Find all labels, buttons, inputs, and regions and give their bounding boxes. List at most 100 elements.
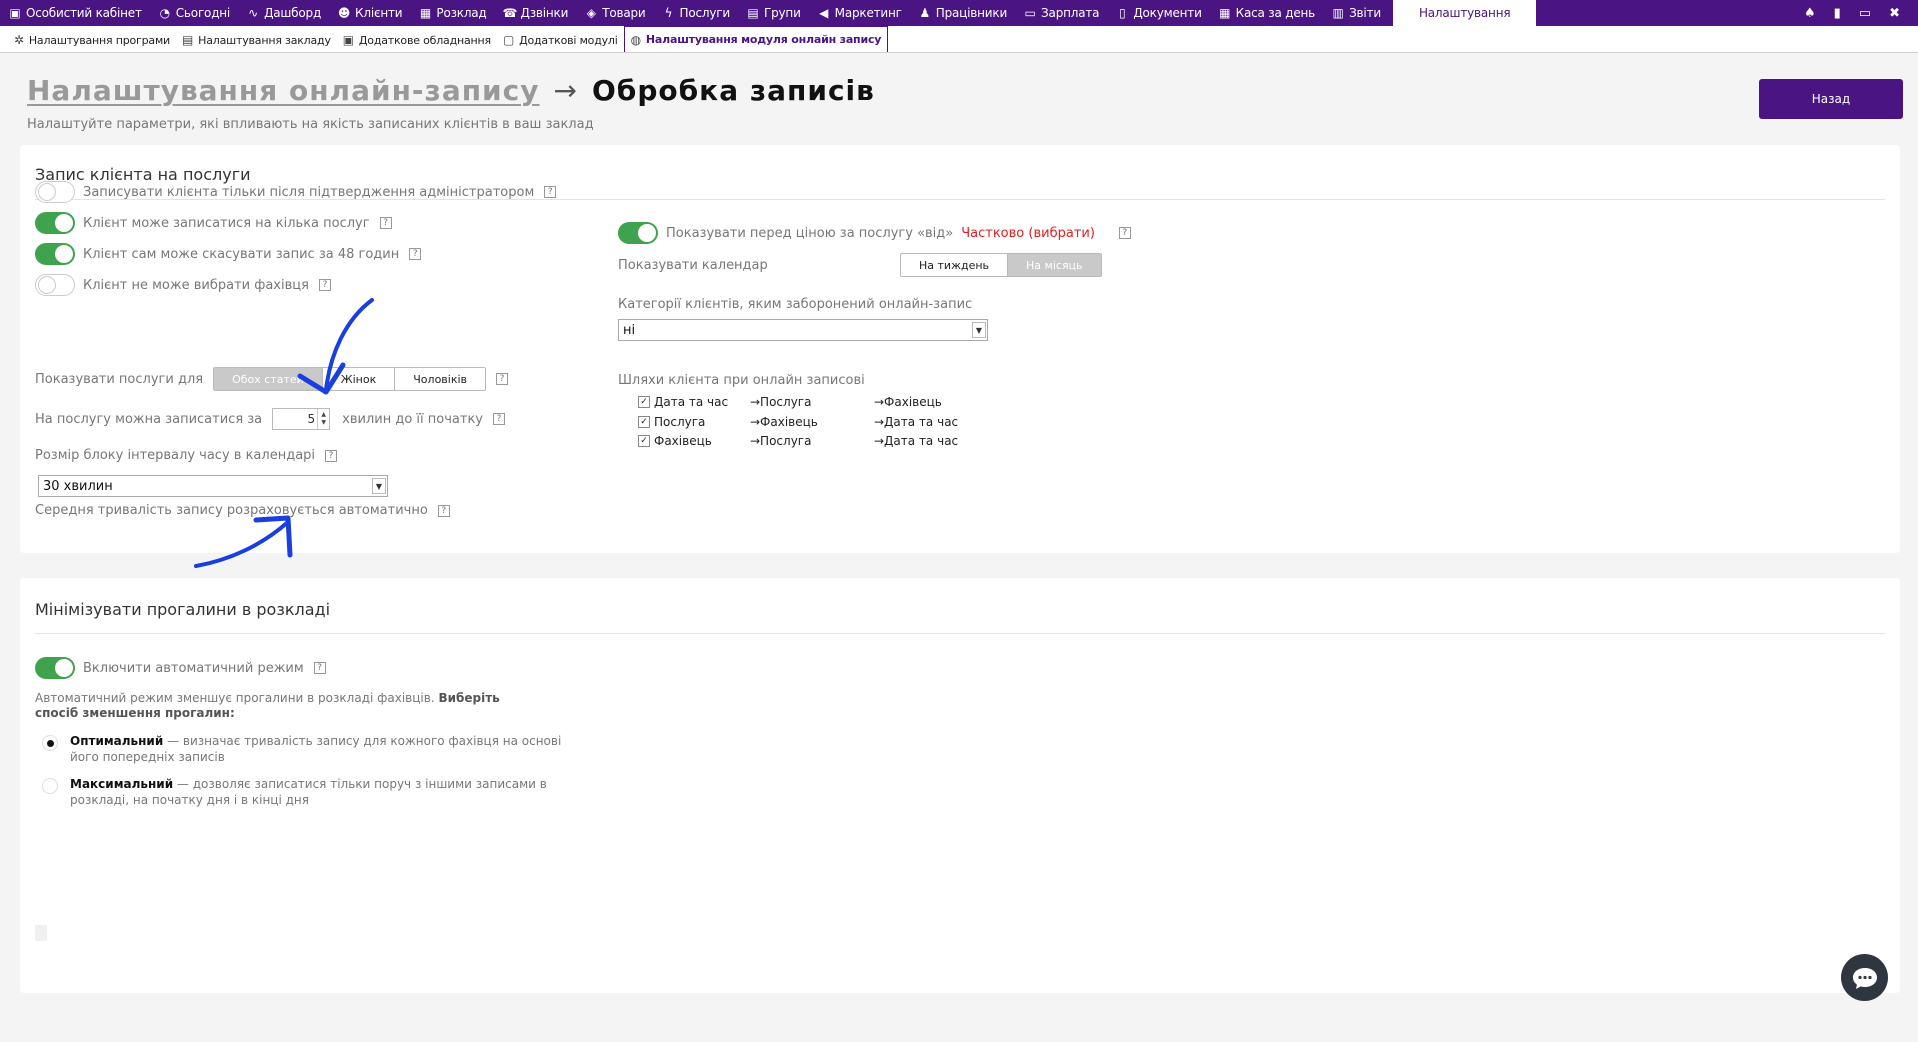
page-title: Налаштування онлайн-запису → Обробка зап…: [27, 74, 875, 107]
breadcrumb-arrow: →: [553, 74, 578, 107]
help-icon[interactable]: ?: [493, 413, 505, 425]
help-icon[interactable]: ?: [437, 504, 450, 517]
user-circle-icon: ☻: [337, 6, 351, 20]
nav-reports[interactable]: ▥ Звіти: [1323, 0, 1389, 26]
client-paths-label: Шляхи клієнта при онлайн записові: [618, 373, 865, 388]
gap-mode-option[interactable]: Оптимальний — визначає тривалість запису…: [42, 733, 562, 765]
nav-staff[interactable]: ♟ Працівники: [910, 0, 1015, 26]
pulse-icon: ∿: [248, 6, 258, 20]
subtab-0[interactable]: ✲ Налаштування програми: [8, 28, 176, 52]
nav-label: Послуги: [679, 6, 731, 20]
help-icon[interactable]: ?: [544, 186, 557, 198]
stepper-arrows-icon[interactable]: ▲ ▼: [317, 409, 329, 429]
segment-option[interactable]: На місяць: [1008, 254, 1101, 276]
gap-mode-title: Максимальний: [70, 777, 174, 791]
subtab-2[interactable]: ▣ Додаткове обладнання: [337, 28, 497, 52]
nav-marketing[interactable]: ◀ Маркетинг: [809, 0, 910, 26]
nav-salary[interactable]: ▭ Зарплата: [1015, 0, 1107, 26]
checkbox-checked[interactable]: ✓: [638, 435, 650, 447]
section-divider: [35, 633, 1885, 634]
avg-duration-text: Середня тривалість запису розраховується…: [35, 503, 428, 518]
nav-schedule[interactable]: ▦ Розклад: [410, 0, 494, 26]
nav-documents[interactable]: ▯ Документи: [1107, 0, 1209, 26]
subtab-4[interactable]: ◍ Налаштування модуля онлайн запису: [623, 26, 889, 52]
nav-label: Дзвінки: [520, 6, 569, 20]
segment-option[interactable]: Обох статей: [214, 368, 323, 390]
subtab-3[interactable]: ▢ Додаткові модулі: [497, 28, 624, 52]
toggle-switch[interactable]: [35, 181, 75, 203]
toggle-switch[interactable]: [35, 243, 75, 265]
block-size-row: Розмір блоку інтервалу часу в календарі …: [35, 448, 338, 463]
price-from-partial-link[interactable]: Частково (вибрати): [961, 226, 1095, 241]
help-icon[interactable]: ?: [318, 279, 331, 291]
nav-groups[interactable]: ▤ Групи: [738, 0, 809, 26]
calendar-icon: ▦: [419, 6, 431, 20]
top-nav: ▣ Особистий кабінет ◔ Сьогодні ∿ Дашборд ☻ Кліє…: [0, 0, 1918, 26]
toggle-row: Клієнт може записатися на кілька послуг?: [35, 212, 392, 234]
help-icon[interactable]: ?: [1118, 227, 1131, 239]
segment-option[interactable]: На тиждень: [901, 254, 1009, 276]
nav-personal[interactable]: ▣ Особистий кабінет: [0, 0, 150, 26]
nav-services[interactable]: ϟ Послуги: [654, 0, 738, 26]
bell-icon[interactable]: ♠: [1804, 6, 1816, 21]
gap-mode-text: Оптимальний — визначає тривалість запису…: [70, 733, 562, 765]
client-path-step-2: →Послуга: [750, 395, 812, 409]
segment-option[interactable]: Жінок: [322, 368, 396, 390]
path-step: Послуга: [654, 415, 706, 429]
toggle-switch[interactable]: [35, 212, 75, 234]
toggle-label: Записувати клієнта тільки після підтверд…: [83, 184, 535, 200]
minutes-stepper[interactable]: 5 ▲ ▼: [272, 408, 331, 430]
window-restore-icon[interactable]: ▭: [1859, 6, 1871, 21]
nav-label: Маркетинг: [834, 6, 902, 20]
avg-duration-row: Середня тривалість запису розраховується…: [35, 503, 450, 518]
nav-calls[interactable]: ☎ Дзвінки: [495, 0, 577, 26]
toggle-knob: [38, 183, 56, 201]
calendar-row: Показувати календар На тиждень На місяць: [618, 253, 1102, 277]
segment-option[interactable]: Чоловіків: [395, 368, 486, 390]
subtab-1[interactable]: ▤ Налаштування закладу: [176, 28, 337, 52]
radio-button[interactable]: [42, 778, 58, 794]
client-path-step-2: →Фахівець: [750, 415, 818, 429]
chat-support-button[interactable]: [1841, 954, 1888, 1001]
price-from-toggle[interactable]: [618, 222, 658, 244]
toggle-knob: [638, 224, 656, 242]
nav-goods[interactable]: ◈ Товари: [576, 0, 653, 26]
subtab-label: Налаштування модуля онлайн запису: [645, 33, 882, 46]
lock-icon[interactable]: ▮: [1834, 6, 1841, 21]
nav-cashbox[interactable]: ▦ Каса за день: [1210, 0, 1323, 26]
toggle-row: Записувати клієнта тільки після підтверд…: [35, 181, 557, 203]
categories-select[interactable]: ні ▼: [618, 319, 988, 341]
nav-dashboard[interactable]: ∿ Дашборд: [238, 0, 329, 26]
subtab-label: Налаштування програми: [28, 33, 171, 47]
back-button[interactable]: Назад: [1759, 79, 1903, 119]
help-icon[interactable]: ?: [379, 217, 392, 229]
subtab-label: Додаткове обладнання: [358, 33, 491, 47]
toggle-switch[interactable]: [35, 274, 75, 296]
chevron-down-icon[interactable]: ▼: [972, 322, 986, 338]
section-minimize-gaps: Мінімізувати прогалини в розкладі Включи…: [20, 578, 1900, 993]
breadcrumb-online-booking-settings[interactable]: Налаштування онлайн-запису: [27, 74, 540, 107]
help-icon[interactable]: ?: [496, 373, 509, 385]
globe-icon: ◍: [630, 32, 641, 47]
nav-today[interactable]: ◔ Сьогодні: [150, 0, 238, 26]
auto-mode-toggle[interactable]: [35, 657, 75, 679]
help-icon[interactable]: ?: [313, 662, 326, 674]
chevron-down-icon[interactable]: ▼: [372, 478, 386, 494]
nav-settings[interactable]: Налаштування: [1392, 0, 1537, 26]
modules-icon: ▢: [502, 33, 515, 47]
checkbox-checked[interactable]: ✓: [638, 416, 650, 428]
gear-icon: ✲: [14, 33, 24, 47]
nav-clients[interactable]: ☻ Клієнти: [329, 0, 410, 26]
radio-button[interactable]: [42, 735, 58, 751]
gap-mode-option[interactable]: Максимальний — дозволяє записатися тільк…: [42, 776, 562, 808]
block-size-select[interactable]: 30 хвилин ▼: [38, 475, 388, 497]
calendar-label: Показувати календар: [618, 257, 768, 273]
close-window-icon[interactable]: ✖: [1889, 6, 1900, 21]
nav-label: Групи: [763, 6, 801, 20]
client-path-step-3: →Фахівець: [874, 395, 942, 409]
checkbox-checked[interactable]: ✓: [638, 396, 650, 408]
help-icon[interactable]: ?: [409, 248, 422, 260]
briefcase-icon: ▣: [9, 6, 21, 20]
help-icon[interactable]: ?: [325, 449, 338, 462]
auto-mode-label: Включити автоматичний режим: [83, 660, 304, 676]
